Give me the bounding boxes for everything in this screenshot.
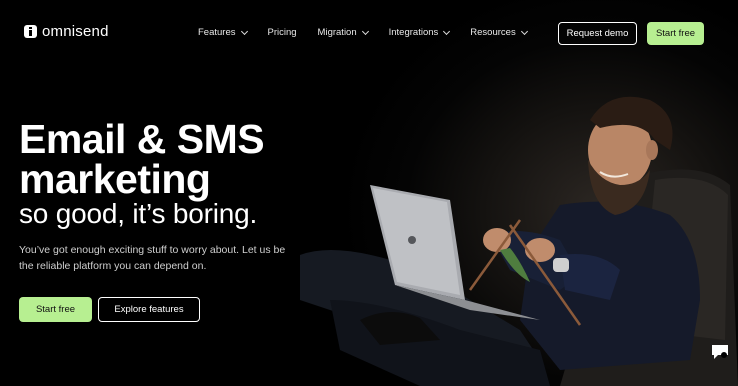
menu-item-label: Integrations [388, 27, 439, 38]
start-free-nav-button[interactable]: Start free [647, 22, 704, 45]
menu-item-resources[interactable]: Resources [470, 27, 528, 38]
chevron-down-icon [361, 27, 369, 35]
menu-item-migration[interactable]: Migration [317, 27, 369, 38]
chat-bubble-icon[interactable] [710, 343, 730, 361]
menu-item-pricing[interactable]: Pricing [268, 27, 297, 38]
hero-subtext: You’ve got enough exciting stuff to worr… [19, 244, 286, 272]
menu-item-features[interactable]: Features [198, 27, 248, 38]
chevron-down-icon [443, 27, 451, 35]
omnisend-logo-icon [24, 25, 37, 38]
chevron-down-icon [520, 27, 528, 35]
menu-item-label: Resources [470, 27, 516, 38]
start-free-button[interactable]: Start free [19, 297, 92, 322]
chevron-down-icon [240, 27, 248, 35]
headline-line-1: Email & SMS [19, 116, 265, 162]
main-menu: Features Pricing Migration Integrations … [198, 27, 548, 38]
logo-text: omnisend [42, 23, 109, 40]
menu-item-integrations[interactable]: Integrations [388, 27, 451, 38]
hero-headline: Email & SMS marketing [19, 116, 339, 202]
menu-item-label: Pricing [267, 27, 297, 38]
headline-line-2: marketing [19, 156, 211, 202]
menu-item-label: Features [198, 27, 236, 38]
top-navigation: omnisend Features Pricing Migration Inte… [0, 0, 738, 66]
menu-item-label: Migration [317, 27, 357, 38]
explore-features-button[interactable]: Explore features [98, 297, 200, 322]
logo[interactable]: omnisend [24, 23, 109, 40]
request-demo-button[interactable]: Request demo [558, 22, 637, 45]
headline-line-3: so good, it’s boring. [19, 198, 258, 229]
